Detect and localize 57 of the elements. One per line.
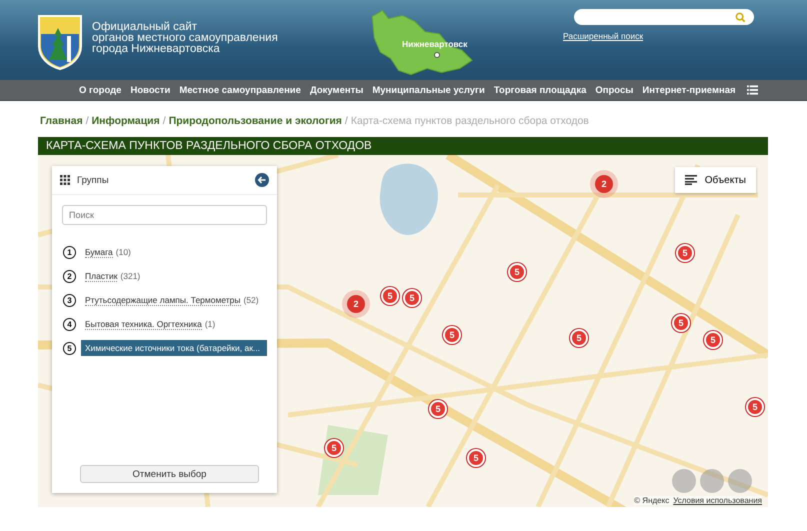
region-label: Нижневартовск	[402, 39, 468, 49]
search-field[interactable]: Поиск	[62, 205, 267, 225]
list-icon	[684, 175, 697, 185]
breadcrumb-separator: /	[344, 115, 348, 127]
nav-link[interactable]: О городе	[79, 84, 122, 96]
number-badge: 4	[63, 318, 76, 330]
map-pin[interactable]: 5	[381, 287, 399, 305]
objects-button[interactable]: Объекты	[674, 167, 756, 193]
nav-link[interactable]: Новости	[130, 84, 170, 96]
map-pin[interactable]: 5	[704, 331, 722, 349]
group-item[interactable]: Бумага (10)	[81, 244, 135, 260]
map-pin[interactable]: 5	[325, 439, 343, 457]
number-badge: 1	[63, 246, 76, 258]
map-pin[interactable]: 5	[570, 329, 588, 347]
copyright-text: © Яндекс	[634, 496, 670, 505]
nav-link[interactable]: Торговая площадка	[494, 84, 586, 96]
search-field[interactable]	[574, 9, 754, 25]
section-title: КАРТА-СХЕМА ПУНКТОВ РАЗДЕЛЬНОГО СБОРА ОТХОДОВ	[38, 137, 768, 155]
nav-link[interactable]: Интернет-приемная	[642, 84, 736, 96]
map-pin[interactable]: 5	[672, 314, 690, 332]
back-arrow-icon[interactable]	[255, 173, 269, 187]
map-pin[interactable]: 5	[508, 263, 526, 281]
number-badge: 2	[63, 270, 76, 282]
number-badge: 5	[63, 342, 76, 354]
nav-link[interactable]: Муниципальные услуги	[372, 84, 485, 96]
breadcrumb-separator: /	[162, 115, 166, 127]
nav-link[interactable]: Местное самоуправление	[179, 84, 301, 96]
group-item[interactable]: Ртутьсодержащие лампы. Термометры (52)	[81, 292, 263, 308]
map-pin[interactable]: 5	[676, 244, 694, 262]
grid-icon	[60, 175, 70, 185]
nav-link[interactable]: Документы	[310, 84, 364, 96]
terms-link[interactable]: Условия использования	[673, 496, 762, 505]
group-item[interactable]: Бытовая техника. Оргтехника (1)	[81, 316, 220, 332]
breadcrumb-separator: /	[86, 115, 89, 127]
nav-link[interactable]: Опросы	[595, 84, 634, 96]
reset-button[interactable]: Отменить выбор	[80, 465, 259, 483]
zoom-out-control[interactable]	[700, 469, 724, 493]
group-item[interactable]: Пластик (321)	[81, 268, 144, 284]
map-pin[interactable]: 5	[746, 398, 764, 416]
zoom-in-control[interactable]	[728, 469, 752, 493]
site-title[interactable]: Официальный сайт органов местного самоуправления города Нижневартовска	[92, 22, 332, 55]
breadcrumb-link[interactable]: Главная	[40, 115, 83, 127]
map-pin[interactable]: 5	[467, 449, 485, 467]
number-badge: 3	[63, 294, 76, 306]
current-page-title: Карта-схема пунктов раздельного сбора отходов	[350, 115, 589, 127]
map-pin[interactable]: 5	[403, 289, 421, 307]
fullscreen-control[interactable]	[672, 469, 696, 493]
breadcrumb-link[interactable]: Природопользование и экология	[168, 115, 342, 127]
breadcrumb-link[interactable]: Информация	[92, 115, 160, 127]
search-icon	[735, 12, 746, 22]
menu-icon[interactable]	[746, 85, 758, 95]
group-item[interactable]: Химические источники тока (батарейки, ак...	[81, 340, 267, 356]
panel-title: Группы	[77, 174, 110, 186]
advanced-search-link[interactable]: Расширенный поиск	[563, 31, 644, 41]
map-pin[interactable]: 5	[443, 326, 461, 344]
map-pin[interactable]: 5	[429, 400, 447, 418]
coat-of-arms-icon	[37, 13, 83, 71]
